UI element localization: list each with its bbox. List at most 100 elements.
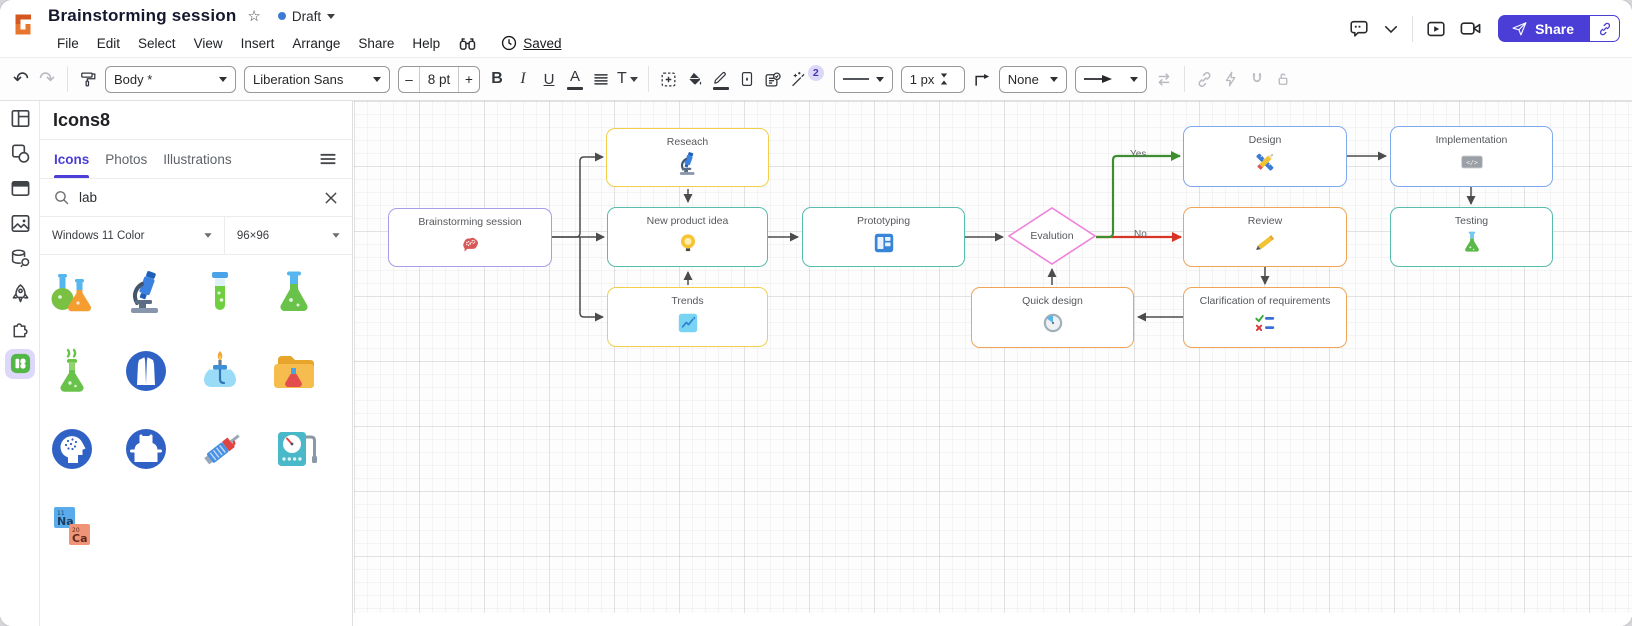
result-lab-coat[interactable] <box>122 347 196 400</box>
node-label: Testing <box>1455 215 1488 227</box>
share-button[interactable]: Share <box>1498 15 1590 42</box>
dock-item-data[interactable] <box>0 241 40 276</box>
font-family-select[interactable]: Liberation Sans <box>244 66 390 93</box>
node-evalution[interactable]: Evalution <box>1008 207 1096 265</box>
font-size-increase[interactable]: + <box>459 67 479 92</box>
comments-icon[interactable] <box>1348 18 1370 40</box>
dock-item-shapes[interactable] <box>0 136 40 171</box>
text-color-button[interactable]: A <box>562 65 588 93</box>
save-status[interactable]: Saved <box>500 34 561 52</box>
favorite-star-icon[interactable]: ☆ <box>247 7 260 25</box>
test-tube-icon <box>196 269 244 317</box>
menu-item-select[interactable]: Select <box>129 36 185 51</box>
menu-item-arrange[interactable]: Arrange <box>283 36 349 51</box>
font-size-value[interactable]: 8 pt <box>419 67 459 92</box>
panel-menu-icon[interactable] <box>318 149 338 169</box>
content-area: Brainstorming session Reseach New produc… <box>0 101 1632 626</box>
text-options-dropdown[interactable]: T <box>614 65 641 93</box>
bold-button[interactable]: B <box>484 65 510 93</box>
line-width-select[interactable]: 1 px <box>901 66 965 93</box>
node-clarification-of-requirements[interactable]: Clarification of requirements <box>1183 287 1347 348</box>
tab-photos[interactable]: Photos <box>105 140 147 178</box>
node-reseach[interactable]: Reseach <box>606 128 769 187</box>
lock-icon[interactable] <box>1270 65 1296 93</box>
line-end-select[interactable] <box>1075 66 1147 93</box>
dock-item-marketplace[interactable] <box>0 276 40 311</box>
ic-checklist-icon <box>1252 310 1278 336</box>
menu-item-edit[interactable]: Edit <box>88 36 129 51</box>
shadow-icon[interactable] <box>734 65 760 93</box>
magic-wand-icon[interactable] <box>786 65 812 93</box>
size-filter-select[interactable]: 96×96 <box>225 217 352 254</box>
result-sodium-calcium[interactable] <box>48 503 122 556</box>
result-lab-flasks[interactable] <box>48 269 122 322</box>
menu-item-help[interactable]: Help <box>403 36 449 51</box>
menu-item-file[interactable]: File <box>48 36 88 51</box>
magnetize-icon[interactable] <box>1244 65 1270 93</box>
result-test-tube[interactable] <box>196 269 270 322</box>
node-new-product-idea[interactable]: New product idea <box>607 207 768 267</box>
experiment-folder-icon <box>270 347 318 395</box>
reverse-connector-icon[interactable] <box>1151 65 1177 93</box>
node-brainstorming-session[interactable]: Brainstorming session <box>388 208 552 267</box>
text-align-icon[interactable] <box>588 65 614 93</box>
tab-icons[interactable]: Icons <box>54 140 89 178</box>
present-icon[interactable] <box>1425 18 1447 40</box>
node-design[interactable]: Design <box>1183 126 1347 187</box>
redo-button[interactable]: ↷ <box>34 65 60 93</box>
notes-icon[interactable] <box>760 65 786 93</box>
result-lab-analyzer[interactable] <box>270 425 344 478</box>
node-implementation[interactable]: Implementation <box>1390 126 1553 187</box>
undo-button[interactable]: ↶ <box>8 65 34 93</box>
line-style-select[interactable] <box>834 66 893 93</box>
status-label: Draft <box>292 9 321 24</box>
dock-item-plugins[interactable] <box>0 311 40 346</box>
menu-item-view[interactable]: View <box>185 36 232 51</box>
node-testing[interactable]: Testing <box>1390 207 1553 267</box>
status-dropdown[interactable]: Draft <box>278 9 335 24</box>
node-trends[interactable]: Trends <box>607 287 768 347</box>
document-title[interactable]: Brainstorming session <box>48 6 236 26</box>
text-style-select[interactable]: Body * <box>105 66 236 93</box>
collapse-chevron-icon[interactable] <box>1382 20 1400 38</box>
dock-item-templates[interactable] <box>0 101 40 136</box>
paper-plane-icon <box>1511 20 1528 37</box>
line-start-select[interactable]: None <box>999 66 1067 93</box>
tab-illustrations[interactable]: Illustrations <box>163 140 231 178</box>
font-size-decrease[interactable]: – <box>399 67 419 92</box>
style-filter-select[interactable]: Windows 11 Color <box>40 217 225 254</box>
result-microscope[interactable] <box>122 269 196 322</box>
video-camera-icon[interactable] <box>1459 17 1482 40</box>
menu-item-share[interactable]: Share <box>349 36 403 51</box>
node-quick-design[interactable]: Quick design <box>971 287 1134 348</box>
connector-type-icon[interactable] <box>969 65 995 93</box>
italic-button[interactable]: I <box>510 65 536 93</box>
contain-shape-icon[interactable] <box>656 65 682 93</box>
menu-item-insert[interactable]: Insert <box>232 36 284 51</box>
result-flask[interactable] <box>270 269 344 322</box>
find-binoculars-icon[interactable] <box>457 33 478 54</box>
result-syringe[interactable] <box>196 425 270 478</box>
fill-color-icon[interactable] <box>682 65 708 93</box>
actions-lightning-icon[interactable] <box>1218 65 1244 93</box>
node-prototyping[interactable]: Prototyping <box>802 207 965 267</box>
result-spirit-lamp[interactable] <box>196 347 270 400</box>
line-color-icon[interactable] <box>708 65 734 93</box>
dock-item-images[interactable] <box>0 206 40 241</box>
line-width-value: 1 px <box>910 72 935 87</box>
result-apron[interactable] <box>122 425 196 478</box>
lucid-logo-icon[interactable] <box>10 12 36 38</box>
result-experiment-folder[interactable] <box>270 347 344 400</box>
dock-item-icons8[interactable] <box>0 346 40 381</box>
result-steaming-flask[interactable] <box>48 347 122 400</box>
result-brain-head[interactable] <box>48 425 122 478</box>
dock-item-frames[interactable] <box>0 171 40 206</box>
format-painter-icon[interactable] <box>75 65 101 93</box>
sodium-calcium-icon <box>48 503 96 551</box>
hyperlink-icon[interactable] <box>1192 65 1218 93</box>
node-review[interactable]: Review <box>1183 207 1347 267</box>
search-input[interactable]: lab <box>79 190 314 205</box>
clear-search-icon[interactable] <box>323 190 339 206</box>
copy-link-button[interactable] <box>1590 15 1620 42</box>
underline-button[interactable]: U <box>536 65 562 93</box>
